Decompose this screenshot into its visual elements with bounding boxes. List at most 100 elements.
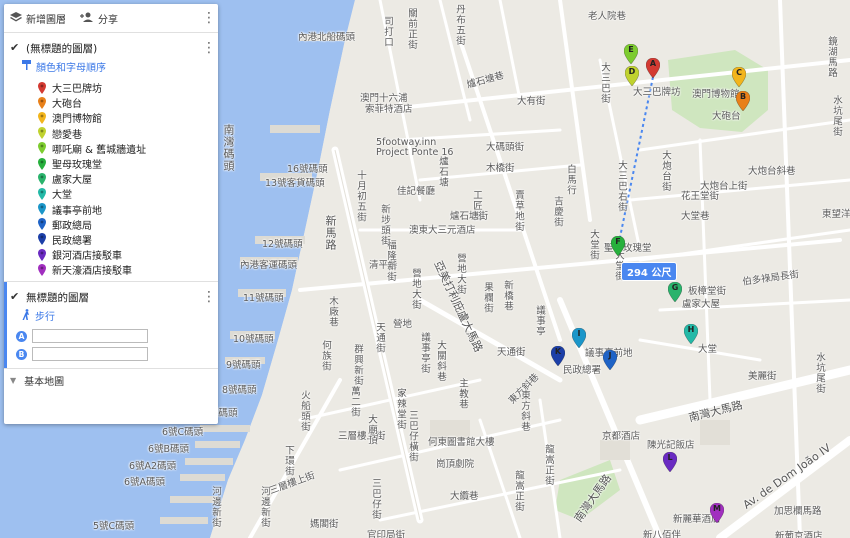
map-marker-c[interactable]: C <box>732 67 746 87</box>
layer-1-title[interactable]: (無標題的圖層) <box>26 41 97 56</box>
paint-roller-icon <box>22 60 32 73</box>
map-marker-f[interactable]: F <box>611 236 625 256</box>
share-button[interactable]: 分享 <box>80 11 118 26</box>
map-label: 美麗街 <box>748 371 777 382</box>
map-label: 澳東大三元酒店 <box>409 225 476 236</box>
map-marker-e[interactable]: E <box>624 44 638 64</box>
marker-letter: B <box>739 92 747 101</box>
map-label: 大炮台斜巷 <box>748 166 796 177</box>
map-marker-g[interactable]: G <box>668 282 682 302</box>
layer-2-checkbox[interactable]: ✔ <box>10 291 20 302</box>
map-label: 京都酒店 <box>602 431 641 442</box>
map-label: 火船頭街 <box>299 390 310 432</box>
layer-item[interactable]: 聖母玫瑰堂 <box>38 156 212 171</box>
layer-item[interactable]: 新天濠酒店接駁車 <box>38 262 212 277</box>
map-marker-d[interactable]: D <box>625 66 639 86</box>
layer-item[interactable]: 大砲台 <box>38 95 212 110</box>
layer-item[interactable]: 議事亭前地 <box>38 202 212 217</box>
map-label: 9號碼頭 <box>226 360 261 371</box>
map-label: 16號碼頭 <box>287 164 328 175</box>
map-label: 東方斜巷 <box>519 390 530 432</box>
map-label: 盧家大屋 <box>682 299 721 310</box>
marker-letter: I <box>577 329 581 338</box>
map-marker-m[interactable]: M <box>710 503 724 523</box>
chevron-down-icon: ▼ <box>10 376 17 386</box>
map-marker-b[interactable]: B <box>736 91 750 111</box>
map-label: 新橋巷 <box>502 280 513 312</box>
layer-item[interactable]: 大三巴牌坊 <box>38 80 212 95</box>
map-label: 天通街 <box>374 322 385 354</box>
style-by-color-link[interactable]: 顏色和字母順序 <box>22 59 212 74</box>
toolbar-more-icon[interactable]: ⋮ <box>202 11 216 25</box>
layer-1-checkbox[interactable]: ✔ <box>10 42 20 53</box>
map-label: 河邊新街 <box>210 486 221 528</box>
map-label: 內港客運碼頭 <box>240 260 298 271</box>
map-label: 大有街 <box>517 96 546 107</box>
map-pin-icon <box>38 203 46 216</box>
map-label: 媽閣街 <box>310 519 339 530</box>
map-label: 大廟頂 <box>366 414 377 446</box>
layer-item-label: 聖母玫瑰堂 <box>52 160 102 172</box>
map-label: 水坑尾街 <box>814 352 825 394</box>
map-pin-icon <box>38 96 46 109</box>
map-label: 萬二街 <box>349 386 360 418</box>
layer-item[interactable]: 郵政總局 <box>38 217 212 232</box>
layer-item[interactable]: 澳門博物館 <box>38 110 212 125</box>
map-marker-k[interactable]: K <box>551 346 565 366</box>
walking-icon <box>22 309 31 323</box>
map-label: 賣草地街 <box>513 190 524 232</box>
map-marker-i[interactable]: I <box>572 328 586 348</box>
map-label: 丹布五街 <box>454 4 465 46</box>
map-label: 索菲特酒店 <box>365 104 413 115</box>
map-label: 水坑尾街 <box>831 95 842 137</box>
map-label: 十月初五街 <box>355 170 366 223</box>
map-pin-icon <box>38 142 46 155</box>
layer-item[interactable]: 大堂 <box>38 186 212 201</box>
panel-toolbar: 新增圖層 分享 ⋮ <box>4 4 218 33</box>
layer-item[interactable]: 哪吒廟 & 舊城牆遺址 <box>38 141 212 156</box>
marker-letter: D <box>628 67 636 76</box>
add-layer-label: 新增圖層 <box>26 14 66 26</box>
layer-item[interactable]: 銀河酒店接駁車 <box>38 247 212 262</box>
layer-item[interactable]: 民政總署 <box>38 232 212 247</box>
map-label: 爐石塘 <box>437 156 448 188</box>
map-marker-h[interactable]: H <box>684 324 698 344</box>
map-label: 12號碼頭 <box>262 239 303 250</box>
map-label: 6號C碼頭 <box>162 427 204 438</box>
map-label: 大纜巷 <box>450 491 479 502</box>
layer-item-label: 議事亭前地 <box>52 205 102 217</box>
map-pin-icon <box>38 81 46 94</box>
map-label: 三巴仔街 <box>370 478 381 520</box>
layer-2-title[interactable]: 無標題的圖層 <box>26 290 89 305</box>
map-label: 吉慶街 <box>552 196 563 228</box>
map-label: 大堂街 <box>588 229 599 261</box>
point-b-input[interactable] <box>32 347 148 362</box>
point-a-icon: A <box>16 330 27 342</box>
map-marker-a[interactable]: A <box>646 58 660 78</box>
map-label: 白馬行 <box>565 164 576 196</box>
map-label: 鏡湖馬路 <box>826 36 837 78</box>
layer-item[interactable]: 戀愛巷 <box>38 126 212 141</box>
layer-2-more-icon[interactable]: ⋮ <box>202 290 216 304</box>
add-layer-button[interactable]: 新增圖層 <box>10 11 66 26</box>
base-map-toggle[interactable]: ▼ 基本地圖 <box>4 369 218 392</box>
layers-panel: 新增圖層 分享 ⋮ ✔ (無標題的圖層) ⋮ 顏色和字母順序 大三巴牌坊 大砲台澳… <box>4 4 218 424</box>
marker-letter: A <box>649 59 657 68</box>
map-label: 木橋街 <box>486 163 515 174</box>
map-pin-icon <box>38 233 46 246</box>
map-pin-icon <box>38 127 46 140</box>
map-label: 13號客貨碼頭 <box>265 178 325 189</box>
walking-mode[interactable]: 步行 <box>22 308 212 323</box>
map-label: 東望洋街 <box>822 209 850 220</box>
map-marker-l[interactable]: L <box>663 452 677 472</box>
point-a-input[interactable] <box>32 329 148 344</box>
marker-letter: H <box>687 325 695 334</box>
map-label: 6號A2碼頭 <box>129 461 177 472</box>
layer-item[interactable]: 盧家大屋 <box>38 171 212 186</box>
layer-1-more-icon[interactable]: ⋮ <box>202 41 216 55</box>
layer-2: ✔ 無標題的圖層 ⋮ 步行 A B <box>4 282 218 370</box>
map-marker-j[interactable]: J <box>603 350 617 370</box>
map-label: 議事亭 <box>534 305 545 337</box>
map-label: 5號C碼頭 <box>93 521 135 532</box>
layer-item-label: 民政總署 <box>52 235 92 247</box>
